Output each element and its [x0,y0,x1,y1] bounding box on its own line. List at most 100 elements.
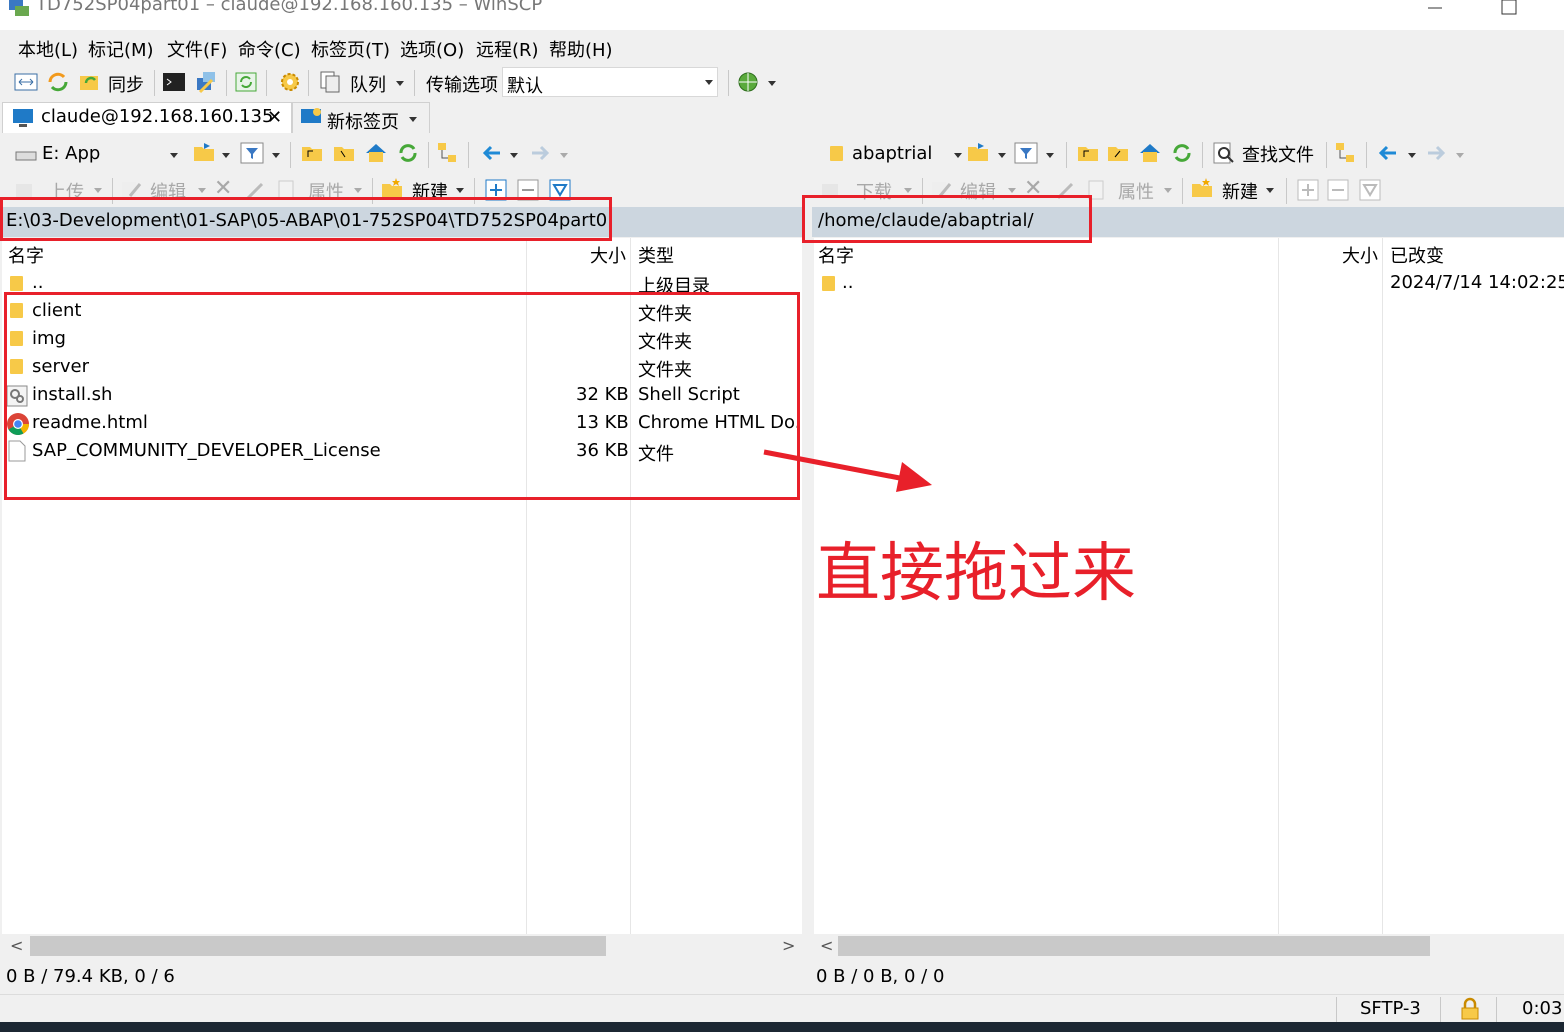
chevron-down-icon[interactable] [94,188,102,193]
right-horizontal-scrollbar[interactable]: < [814,934,1564,958]
maximize-button[interactable] [1486,0,1532,18]
tree-icon[interactable] [1334,141,1358,165]
forward-arrow-icon[interactable] [528,141,552,165]
sync-globe-icon[interactable] [736,70,760,94]
queue-dropdown-arrow[interactable] [396,81,404,86]
parent-directory-icon[interactable] [1076,141,1100,165]
chevron-down-icon[interactable] [560,153,568,158]
chevron-down-icon[interactable] [1266,188,1274,193]
select-all-plus-icon[interactable] [1296,178,1320,202]
tab-new[interactable]: 新标签页 [292,102,430,133]
annotation-box-left-path [0,197,612,241]
left-drive-select[interactable]: E: App [8,138,182,166]
menu-file[interactable]: 文件(F) [167,36,227,62]
toolbar-separator [226,70,227,96]
new-button[interactable]: 新建 [1222,178,1258,204]
column-header-size[interactable]: 大小 [590,242,626,268]
putty-icon[interactable] [194,70,218,94]
right-folder-select[interactable]: abaptrial [820,138,964,166]
left-drive-label: E: App [42,143,101,164]
session-time: 0:03: [1522,998,1564,1019]
refresh-icon[interactable] [396,141,420,165]
terminal-icon[interactable] [162,70,186,94]
chevron-down-icon[interactable] [456,188,464,193]
transfer-preset-select[interactable]: 默认 [502,67,718,97]
root-directory-icon[interactable] [1106,141,1130,165]
queue-icon[interactable] [318,70,342,94]
file-name: .. [842,272,854,293]
chevron-down-icon[interactable] [1046,153,1054,158]
sync-dropdown-arrow[interactable] [768,81,776,86]
pane-splitter[interactable] [804,136,812,994]
chevron-down-icon[interactable] [1456,153,1464,158]
right-folder-label: abaptrial [852,143,933,164]
new-folder-icon[interactable] [1190,176,1214,200]
scrollbar-thumb[interactable] [30,936,606,956]
refresh-session-icon[interactable] [234,70,258,94]
menu-options[interactable]: 选项(O) [400,36,464,62]
tree-icon[interactable] [436,141,460,165]
column-header-name[interactable]: 名字 [818,242,854,268]
chevron-down-icon[interactable] [222,153,230,158]
menu-remote[interactable]: 远程(R) [476,36,539,62]
annotation-text: 直接拖过来 [816,537,1136,611]
filter-icon[interactable] [1014,141,1038,165]
menu-command[interactable]: 命令(C) [238,36,301,62]
column-header-type[interactable]: 类型 [638,242,674,268]
home-icon[interactable] [1138,141,1162,165]
menu-local[interactable]: 本地(L) [18,36,78,62]
chevron-down-icon[interactable] [1408,153,1416,158]
scroll-left-arrow-icon[interactable]: < [820,936,833,955]
compare-directories-icon[interactable] [14,70,38,94]
chevron-down-icon[interactable] [998,153,1006,158]
refresh-icon[interactable] [1170,141,1194,165]
file-changed: 2024/7/14 14:02:25 [1390,272,1564,293]
chevron-down-icon[interactable] [409,117,417,122]
chevron-down-icon[interactable] [198,188,206,193]
scroll-left-arrow-icon[interactable]: < [10,936,23,955]
filter-icon[interactable] [240,141,264,165]
open-folder-icon[interactable] [966,141,990,165]
sync-browse-icon[interactable] [46,70,70,94]
left-horizontal-scrollbar[interactable]: < > [2,934,802,958]
chevron-down-icon[interactable] [272,153,280,158]
chevron-down-icon[interactable] [1008,188,1016,193]
back-arrow-icon[interactable] [480,141,504,165]
close-tab-icon[interactable]: ✕ [267,107,282,128]
column-divider [1278,238,1279,934]
chevron-down-icon[interactable] [354,188,362,193]
chevron-down-icon[interactable] [1164,188,1172,193]
open-folder-icon[interactable] [192,141,216,165]
queue-button[interactable]: 队列 [350,71,386,97]
toolbar-separator [1066,142,1067,168]
column-header-size[interactable]: 大小 [1342,242,1378,268]
back-arrow-icon[interactable] [1376,141,1400,165]
main-toolbar: 同步 队列 传输选项 默认 [0,66,1564,100]
column-header-changed[interactable]: 已改变 [1390,242,1444,268]
forward-arrow-icon[interactable] [1424,141,1448,165]
home-icon[interactable] [364,141,388,165]
scroll-right-arrow-icon[interactable]: > [782,936,795,955]
menu-mark[interactable]: 标记(M) [88,36,154,62]
find-files-button[interactable]: 查找文件 [1242,141,1314,167]
synchronize-icon[interactable] [78,70,102,94]
select-filter-icon[interactable] [1358,178,1382,202]
column-header-name[interactable]: 名字 [8,242,44,268]
minimize-button[interactable] [1410,0,1456,18]
tab-session[interactable]: claude@192.168.160.135 ✕ [2,102,292,133]
root-directory-icon[interactable] [332,141,356,165]
unselect-minus-icon[interactable] [1326,178,1350,202]
scrollbar-thumb[interactable] [838,936,1430,956]
chevron-down-icon[interactable] [510,153,518,158]
synchronize-button[interactable]: 同步 [108,71,144,97]
menu-tabs[interactable]: 标签页(T) [311,36,390,62]
toolbar-separator [1326,142,1327,168]
chevron-down-icon[interactable] [904,188,912,193]
preferences-gear-icon[interactable] [278,70,302,94]
lock-icon[interactable] [1458,997,1482,1021]
parent-directory-icon[interactable] [300,141,324,165]
properties-button[interactable]: 属性 [1118,178,1154,204]
list-item[interactable]: .. 2024/7/14 14:02:25 [814,270,1564,298]
menu-help[interactable]: 帮助(H) [549,36,613,62]
find-files-icon[interactable] [1212,141,1236,165]
